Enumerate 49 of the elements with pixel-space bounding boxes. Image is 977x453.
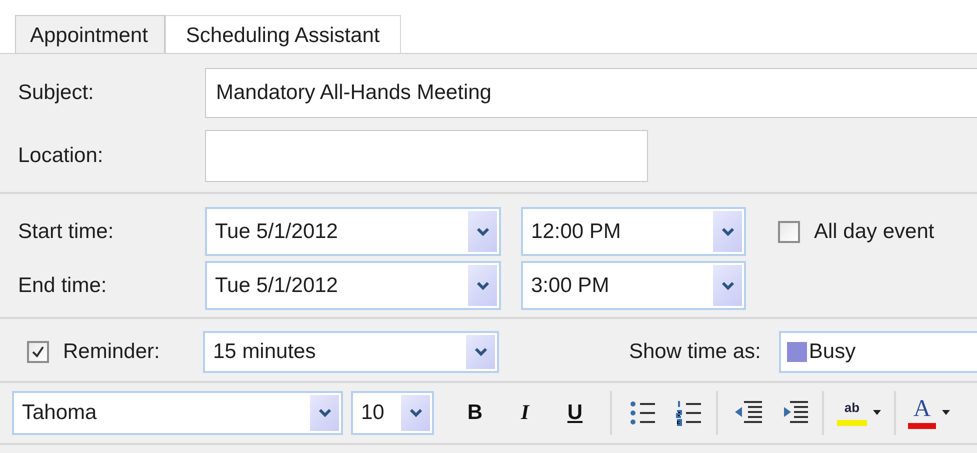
field-label: Show time as:: [629, 339, 761, 366]
chevron-down-icon: [476, 280, 490, 290]
tab[interactable]: Scheduling Assistant: [164, 15, 401, 53]
time-dropdown[interactable]: 3:00 PM: [521, 261, 746, 310]
status-color-icon: [786, 342, 807, 362]
checkbox[interactable]: [778, 220, 800, 242]
checkbox[interactable]: [27, 341, 49, 363]
font-size-dropdown[interactable]: 10: [351, 391, 434, 435]
dropdown-arrow-button[interactable]: [310, 395, 339, 431]
checkbox-label: Reminder:: [63, 339, 161, 366]
field-label: Subject:: [17, 80, 95, 106]
tab[interactable]: Appointment: [15, 15, 165, 53]
dropdown-arrow-button[interactable]: [401, 395, 430, 431]
date-dropdown[interactable]: Tue 5/1/2012: [205, 207, 501, 256]
checkbox-label: All day event: [814, 218, 934, 245]
reminder-dropdown[interactable]: 15 minutes: [203, 331, 499, 373]
font-dropdown[interactable]: Tahoma: [12, 391, 343, 435]
date-dropdown[interactable]: Tue 5/1/2012: [205, 261, 501, 310]
underline-button[interactable]: U: [554, 391, 596, 435]
chevron-down-icon: [720, 226, 734, 236]
highlight-button[interactable]: ab: [830, 391, 888, 435]
time-dropdown[interactable]: 12:00 PM: [521, 207, 746, 256]
numbered-list-icon: [675, 400, 703, 426]
font-color-button[interactable]: A: [902, 391, 960, 435]
chevron-down-icon: [720, 280, 734, 290]
field-label: End time:: [17, 272, 108, 299]
dropdown-arrow-button[interactable]: [468, 211, 497, 252]
dropdown-arrow-button[interactable]: [466, 335, 495, 369]
field-label: Location:: [17, 143, 104, 170]
chevron-down-icon: [318, 408, 332, 418]
dropdown-arrow-button[interactable]: [713, 211, 742, 252]
check-mark-icon: [30, 344, 46, 360]
chevron-down-icon: [476, 226, 490, 236]
italic-button[interactable]: I: [504, 391, 546, 435]
font-color-bar: [908, 423, 936, 429]
highlight-color-bar: [837, 420, 867, 426]
location-field[interactable]: [205, 130, 648, 182]
decrease-indent-icon: [734, 400, 764, 426]
dropdown-arrow-button[interactable]: [468, 265, 497, 306]
chevron-down-icon: [474, 347, 488, 357]
bold-button[interactable]: B: [454, 391, 496, 435]
caret-icon: [942, 410, 950, 416]
status-dropdown[interactable]: Busy: [778, 331, 977, 373]
field-label: Start time:: [17, 218, 115, 245]
bullet-list-icon: [629, 400, 657, 426]
dropdown-arrow-button[interactable]: [713, 265, 742, 306]
caret-icon: [873, 410, 881, 416]
chevron-down-icon: [408, 408, 422, 418]
subject-field[interactable]: Mandatory All-Hands Meeting: [205, 68, 977, 118]
